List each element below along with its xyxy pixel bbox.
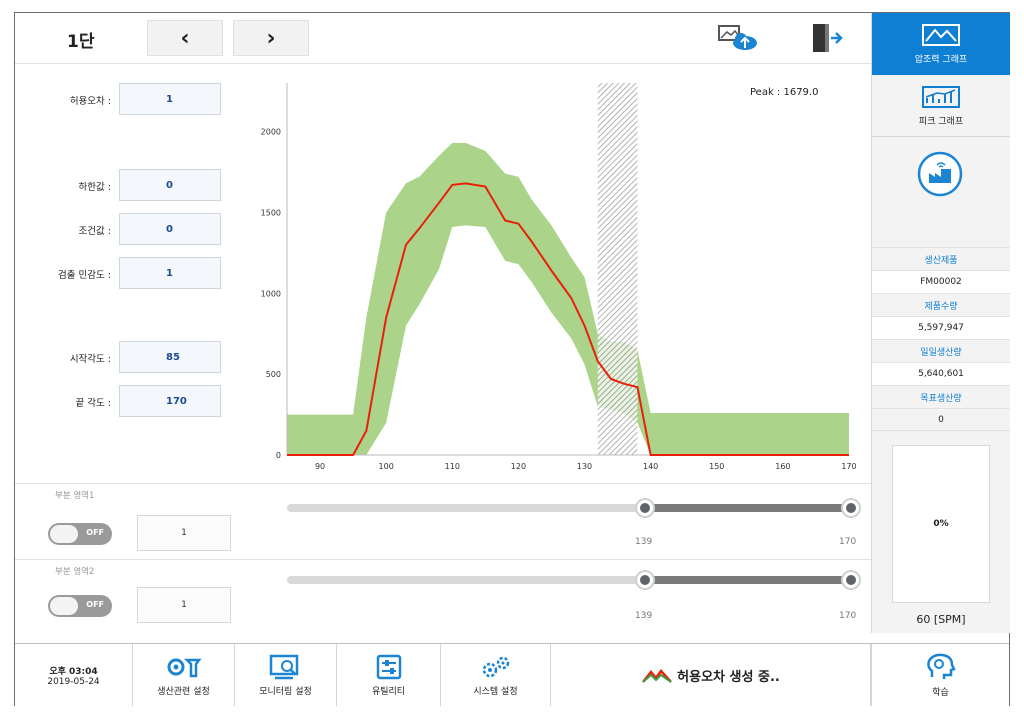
x-tick-label: 140	[643, 462, 658, 471]
value-quantity: 5,597,947	[872, 316, 1010, 339]
bottom-bar: 오후 03:04 2019-05-24 생산관련 설정 모니터링 설정 유틸리티…	[15, 643, 1009, 706]
label-daily-production: 일일생산량	[872, 339, 1010, 362]
x-tick-label: 150	[709, 462, 724, 471]
zone2-value-field[interactable]: 1	[137, 587, 231, 623]
zone2-toggle[interactable]: OFF	[48, 595, 112, 617]
status-message: 허용오차 생성 중..	[551, 644, 871, 706]
cloud-upload-icon[interactable]	[715, 23, 763, 53]
stage-label: 1단	[67, 32, 95, 52]
condition-label: 조건값 :	[78, 226, 111, 237]
value-daily-production: 5,640,601	[872, 362, 1010, 385]
divider	[15, 483, 871, 484]
tolerance-field[interactable]: 1	[119, 83, 221, 115]
monitoring-settings-button[interactable]: 모니터링 설정	[235, 644, 337, 706]
y-tick-label: 0	[276, 451, 281, 460]
production-settings-button[interactable]: 생산관련 설정	[133, 644, 235, 706]
mountain-wave-icon	[642, 669, 673, 683]
y-tick-label: 1500	[261, 208, 281, 217]
zone2-title: 부분 영역2	[55, 567, 95, 577]
x-tick-label: 90	[315, 462, 325, 471]
zone2-slider-low-handle[interactable]	[635, 570, 655, 590]
y-tick-label: 1000	[261, 289, 281, 298]
production-settings-label: 생산관련 설정	[157, 686, 210, 697]
status-text: 허용오차 생성 중..	[677, 669, 780, 685]
target-progress-gauge: 0%	[892, 445, 990, 603]
start-angle-field[interactable]: 85	[119, 341, 221, 373]
utility-button[interactable]: 유틸리티	[337, 644, 441, 706]
gears-icon	[482, 656, 509, 677]
prev-button[interactable]: ‹	[147, 20, 223, 56]
peak-chart-icon	[922, 85, 960, 108]
zone2-high-value: 170	[839, 611, 857, 621]
y-tick-label: 2000	[261, 128, 281, 137]
app-window: 1단 ‹ › 압조력 그래프 피크 그래프 생산제품 FM00002 제품수량 …	[14, 12, 1010, 706]
zone1-toggle[interactable]: OFF	[48, 523, 112, 545]
end-angle-field[interactable]: 170	[119, 385, 221, 417]
pressure-graph-button[interactable]: 압조력 그래프	[872, 13, 1010, 75]
brain-head-icon	[926, 653, 956, 679]
clock-date: 2019-05-24	[47, 676, 100, 687]
label-product: 생산제품	[872, 247, 1010, 270]
clock: 오후 03:04 2019-05-24	[15, 644, 133, 706]
x-tick-label: 130	[577, 462, 592, 471]
clock-time: 오후 03:04	[49, 666, 98, 677]
system-settings-button[interactable]: 시스템 설정	[441, 644, 551, 706]
chevron-right-icon: ›	[266, 25, 276, 51]
end-angle-label: 끝 각도 :	[75, 398, 111, 409]
pressure-graph-label: 압조력 그래프	[914, 55, 968, 65]
zone1-slider-range	[645, 504, 851, 512]
label-target-production: 목표생산량	[872, 385, 1010, 408]
peak-graph-label: 피크 그래프	[918, 116, 964, 127]
learning-label: 학습	[932, 687, 949, 698]
learning-button[interactable]: 학습	[871, 644, 1009, 706]
zone1-high-value: 170	[839, 537, 857, 547]
line-chart-icon	[922, 24, 960, 46]
x-tick-label: 170	[841, 462, 856, 471]
gear-icon	[167, 658, 201, 677]
tolerance-label: 허용오차 :	[69, 96, 111, 107]
monitoring-settings-label: 모니터링 설정	[259, 686, 312, 697]
next-button[interactable]: ›	[233, 20, 309, 56]
divider	[15, 559, 871, 560]
zone2-slider-range	[645, 576, 851, 584]
pressure-chart: 0 500 1000 1500 2000 90 100 110 120 130 140 150 160 1…	[261, 83, 857, 471]
zone2-low-value: 139	[635, 611, 653, 621]
exit-door-icon[interactable]	[807, 21, 843, 55]
start-angle-label: 시작각도 :	[69, 354, 111, 365]
sensitivity-field[interactable]: 1	[119, 257, 221, 289]
label-quantity: 제품수량	[872, 293, 1010, 316]
x-tick-label: 160	[775, 462, 790, 471]
zone1-slider-low-handle[interactable]	[635, 498, 655, 518]
value-target-production: 0	[872, 408, 1010, 431]
sensitivity-label: 검출 민감도 :	[58, 270, 111, 281]
right-panel: 압조력 그래프 피크 그래프 생산제품 FM00002 제품수량 5,597,9…	[871, 13, 1010, 633]
x-tick-label: 110	[445, 462, 460, 471]
zone1-toggle-state: OFF	[86, 528, 104, 537]
zone1-title: 부분 영역1	[55, 491, 95, 501]
zone1-value-field[interactable]: 1	[137, 515, 231, 551]
lower-limit-label: 하한값 :	[78, 182, 111, 193]
excluded-zone-hatch	[597, 83, 638, 455]
zone1-low-value: 139	[635, 537, 653, 547]
spm-readout: 60 [SPM]	[916, 613, 966, 626]
peak-label: Peak : 1679.0	[750, 87, 819, 98]
zone1-slider-high-handle[interactable]	[841, 498, 861, 518]
system-settings-label: 시스템 설정	[473, 686, 518, 697]
x-tick-label: 100	[379, 462, 394, 471]
progress-percent: 0%	[933, 519, 949, 529]
y-tick-label: 500	[266, 370, 281, 379]
x-tick-label: 120	[511, 462, 526, 471]
monitor-search-icon	[269, 654, 298, 679]
zone2-toggle-state: OFF	[86, 600, 104, 609]
top-bar: 1단 ‹ ›	[15, 13, 871, 64]
utility-label: 유틸리티	[371, 686, 406, 697]
zone2-slider-high-handle[interactable]	[841, 570, 861, 590]
peak-graph-button[interactable]: 피크 그래프	[872, 75, 1010, 137]
value-product: FM00002	[872, 270, 1010, 293]
sliders-icon	[376, 654, 401, 679]
lower-limit-field[interactable]: 0	[119, 169, 221, 201]
chevron-left-icon: ‹	[180, 25, 190, 51]
factory-wifi-icon	[917, 151, 963, 197]
condition-field[interactable]: 0	[119, 213, 221, 245]
